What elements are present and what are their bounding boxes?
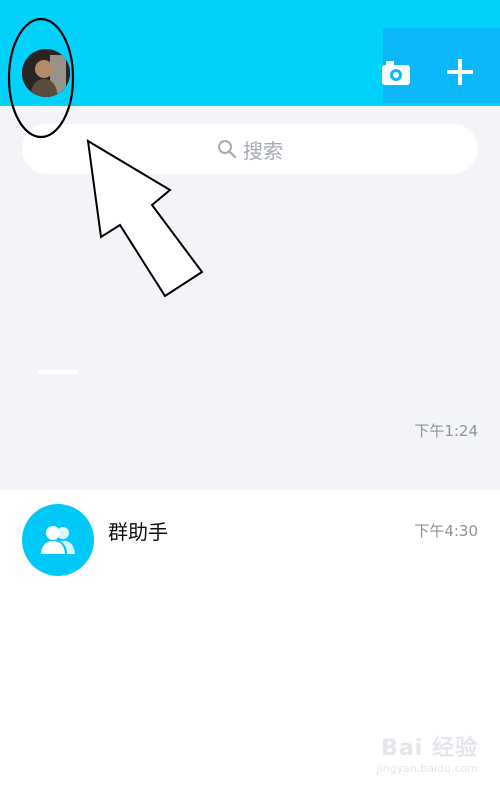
search-input[interactable]: 搜索 (22, 124, 478, 174)
top-header-bar (0, 0, 500, 106)
list-item-group-assistant[interactable]: 群助手 下午4:30 (0, 490, 500, 590)
watermark-logo: Bai 经验 (381, 736, 478, 761)
camera-button[interactable] (381, 58, 411, 86)
camera-icon (382, 61, 410, 85)
conversation-title: 群助手 (108, 520, 168, 544)
conversation-time: 下午1:24 (414, 422, 478, 440)
user-avatar[interactable] (22, 49, 70, 97)
loading-indicator (38, 370, 78, 374)
search-placeholder: 搜索 (243, 138, 283, 163)
watermark: Bai 经验 jingyan.baidu.com (376, 730, 478, 775)
conversation-time: 下午4:30 (414, 522, 478, 540)
group-icon (41, 526, 75, 554)
watermark-url: jingyan.baidu.com (376, 762, 478, 775)
add-button[interactable] (444, 56, 476, 88)
search-icon (218, 140, 237, 159)
avatar-photo-icon (22, 49, 70, 97)
plus-icon (447, 59, 473, 85)
group-avatar (22, 504, 94, 576)
